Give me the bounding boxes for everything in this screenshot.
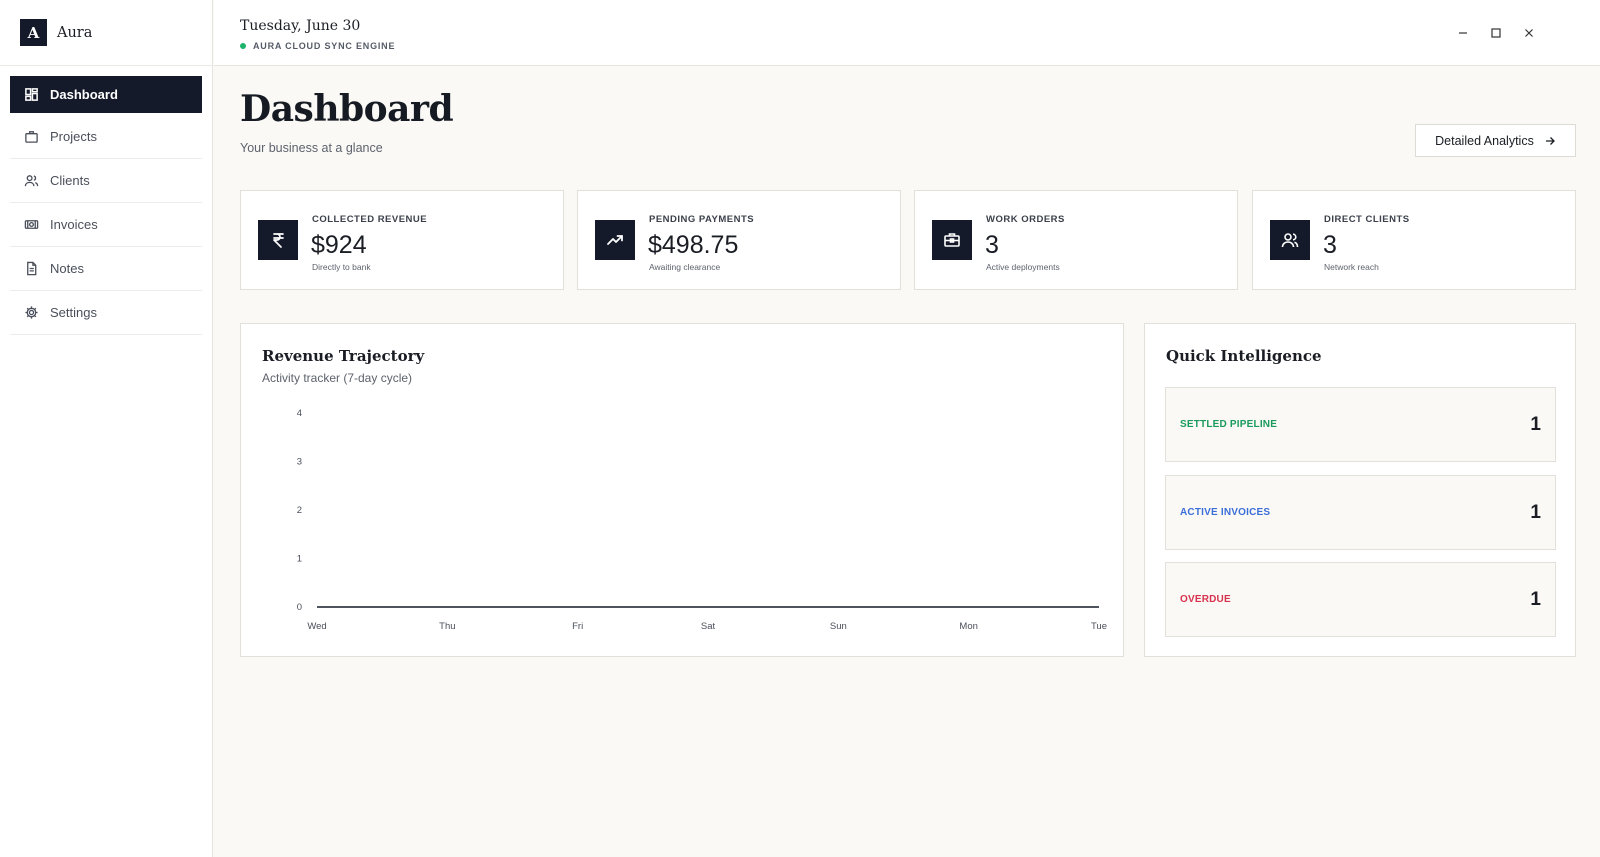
x-tick-label: Wed [307, 621, 326, 632]
rupee-icon [273, 233, 284, 248]
intel-item-settled-pipeline[interactable]: SETTLED PIPELINE 1 [1165, 387, 1556, 462]
x-tick-label: Sun [830, 621, 847, 632]
sidebar-item-settings[interactable]: Settings [10, 291, 202, 335]
banknote-icon [24, 220, 39, 229]
intel-item-label: OVERDUE [1180, 594, 1231, 605]
card-title: Quick Intelligence [1166, 347, 1322, 365]
gear-icon [25, 306, 38, 319]
sync-status: AURA CLOUD SYNC ENGINE [240, 41, 395, 51]
intel-item-label: ACTIVE INVOICES [1180, 507, 1271, 518]
x-tick-label: Fri [572, 621, 583, 632]
page-subtitle: Your business at a glance [240, 141, 383, 155]
stat-note: Active deployments [986, 262, 1060, 272]
sidebar-item-notes[interactable]: Notes [10, 247, 202, 291]
minimize-button[interactable] [1454, 24, 1472, 42]
sidebar-item-invoices[interactable]: Invoices [10, 203, 202, 247]
stat-note: Network reach [1324, 262, 1379, 272]
maximize-button[interactable] [1487, 24, 1505, 42]
close-icon [1525, 29, 1533, 37]
sidebar-item-clients[interactable]: Clients [10, 159, 202, 203]
dashboard-icon [25, 88, 38, 101]
x-tick-label: Mon [959, 621, 977, 632]
revenue-trajectory-card: Revenue Trajectory Activity tracker (7-d… [240, 323, 1124, 657]
document-icon [27, 261, 37, 276]
users-icon [1281, 233, 1299, 248]
stat-label: PENDING PAYMENTS [649, 214, 755, 225]
stat-value: 3 [985, 231, 999, 259]
trending-up-icon [607, 235, 623, 245]
maximize-icon [1491, 28, 1501, 38]
stat-value: $924 [311, 231, 367, 259]
briefcase-icon [25, 131, 38, 143]
stat-value: 3 [1323, 231, 1337, 259]
intel-item-count: 1 [1530, 588, 1541, 610]
stat-value: $498.75 [648, 231, 739, 259]
users-icon [24, 175, 39, 187]
sidebar-nav: Dashboard Projects Clients Invoices Note… [0, 66, 212, 335]
brand-logo: A [20, 19, 47, 46]
sync-status-label: AURA CLOUD SYNC ENGINE [253, 41, 396, 51]
sidebar-item-label: Dashboard [50, 87, 118, 102]
sidebar-item-label: Notes [50, 261, 84, 276]
x-tick-label: Tue [1091, 621, 1107, 632]
stat-card-direct-clients: DIRECT CLIENTS 3 Network reach [1252, 190, 1576, 290]
page-title: Dashboard [240, 88, 454, 130]
minimize-icon [1459, 32, 1467, 34]
intel-item-count: 1 [1530, 501, 1541, 523]
sidebar: A Aura Dashboard Projects Clients Invoic… [0, 0, 213, 857]
sidebar-item-label: Settings [50, 305, 97, 320]
intel-item-count: 1 [1530, 413, 1541, 435]
y-tick-label: 3 [297, 457, 302, 468]
stat-icon-box [595, 220, 635, 260]
x-tick-label: Sat [701, 621, 716, 632]
toolbox-icon [944, 233, 960, 247]
y-tick-label: 2 [297, 505, 302, 516]
y-tick-label: 0 [297, 602, 302, 613]
sidebar-item-projects[interactable]: Projects [10, 115, 202, 159]
sidebar-item-dashboard[interactable]: Dashboard [10, 76, 202, 113]
y-tick-label: 1 [297, 554, 302, 565]
intel-item-overdue[interactable]: OVERDUE 1 [1165, 562, 1556, 637]
quick-intelligence-card: Quick Intelligence SETTLED PIPELINE 1 AC… [1144, 323, 1576, 657]
sidebar-item-label: Clients [50, 173, 90, 188]
intel-item-label: SETTLED PIPELINE [1180, 419, 1278, 430]
stat-icon-box [258, 220, 298, 260]
detailed-analytics-button[interactable]: Detailed Analytics [1415, 124, 1576, 157]
stat-icon-box [1270, 220, 1310, 260]
x-tick-label: Thu [439, 621, 455, 632]
arrow-right-icon [1545, 136, 1555, 145]
intel-item-active-invoices[interactable]: ACTIVE INVOICES 1 [1165, 475, 1556, 550]
brand[interactable]: A Aura [0, 0, 212, 66]
sidebar-item-label: Invoices [50, 217, 98, 232]
revenue-chart: 0 1 2 3 4 Wed Thu Fri Sat Sun Mon Tue [297, 408, 1107, 632]
sidebar-item-label: Projects [50, 129, 97, 144]
stat-label: DIRECT CLIENTS [1324, 214, 1410, 225]
stat-card-collected-revenue: COLLECTED REVENUE $924 Directly to bank [240, 190, 564, 290]
top-bar: Tuesday, June 30 AURA CLOUD SYNC ENGINE [214, 0, 1600, 66]
stat-note: Awaiting clearance [649, 262, 721, 272]
stat-card-work-orders: WORK ORDERS 3 Active deployments [914, 190, 1238, 290]
status-dot-icon [240, 43, 246, 49]
y-tick-label: 4 [297, 408, 302, 419]
stat-icon-box [932, 220, 972, 260]
stat-label: COLLECTED REVENUE [312, 214, 428, 225]
stat-note: Directly to bank [312, 262, 371, 272]
stat-card-pending-payments: PENDING PAYMENTS $498.75 Awaiting cleara… [577, 190, 901, 290]
brand-name: Aura [57, 24, 93, 41]
stat-label: WORK ORDERS [986, 214, 1065, 225]
close-button[interactable] [1520, 24, 1538, 42]
current-date: Tuesday, June 30 [240, 18, 361, 34]
detailed-analytics-label: Detailed Analytics [1435, 133, 1534, 148]
